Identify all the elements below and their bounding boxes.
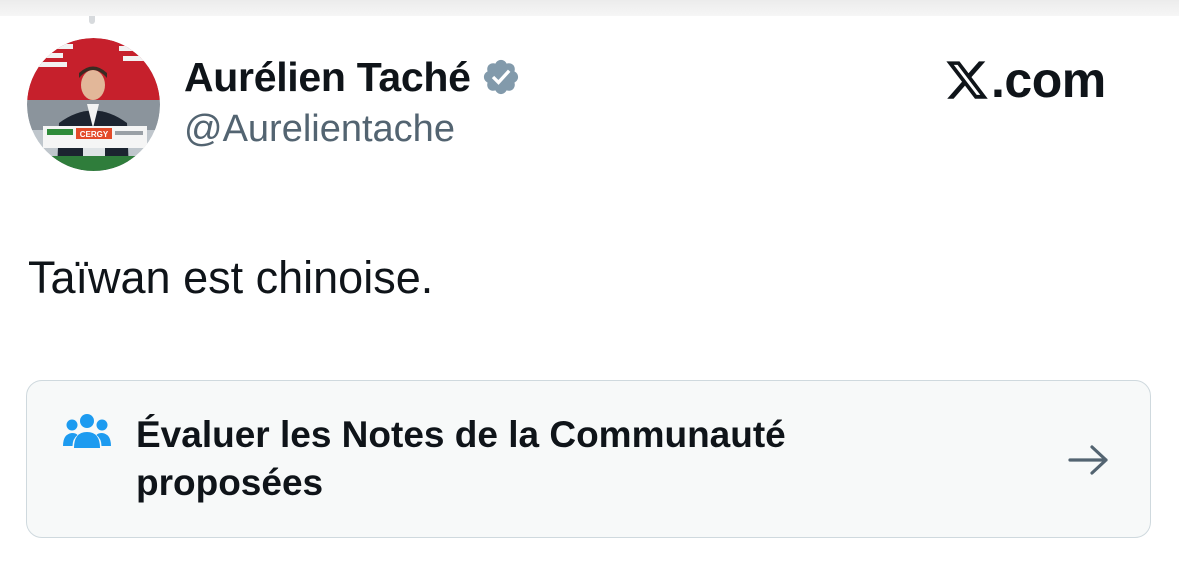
verified-badge-icon — [483, 59, 518, 95]
author-name-row: Aurélien Taché — [184, 52, 521, 102]
avatar-sign-text: CERGY — [80, 130, 109, 139]
x-logo-icon — [946, 61, 988, 99]
arrow-right-icon — [1068, 445, 1108, 475]
avatar[interactable]: CERGY — [27, 38, 160, 171]
brand-domain: .com — [991, 52, 1106, 108]
top-edge-strip — [0, 0, 1179, 16]
community-notes-label: Évaluer les Notes de la Communauté propo… — [136, 414, 786, 503]
scroll-indicator — [89, 16, 95, 24]
brand-logo: .com — [944, 50, 1106, 110]
people-icon — [63, 414, 111, 448]
avatar-photo: CERGY — [27, 38, 160, 171]
tweet-text: Taïwan est chinoise. — [28, 252, 434, 303]
author-handle[interactable]: @Aurelientache — [184, 104, 455, 154]
author-name[interactable]: Aurélien Taché — [184, 52, 471, 102]
community-notes-card[interactable]: Évaluer les Notes de la Communauté propo… — [26, 380, 1151, 538]
